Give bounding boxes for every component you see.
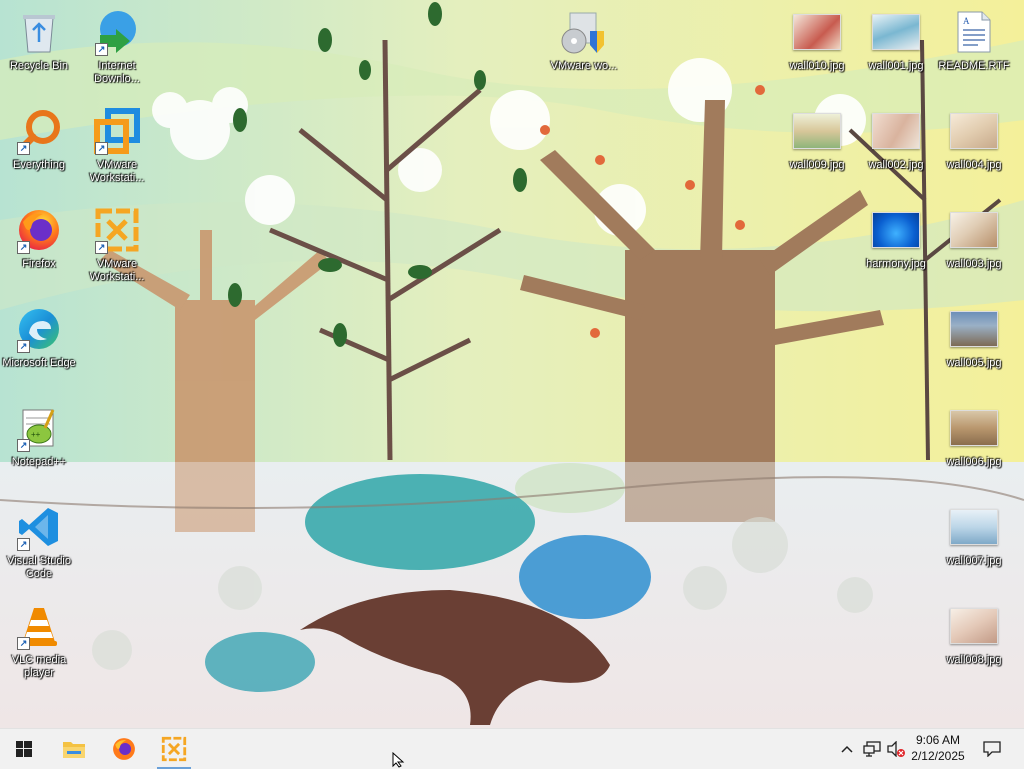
start-button[interactable] (0, 729, 48, 769)
image-file-icon (793, 14, 841, 50)
taskbar-vmware-workstation[interactable] (151, 729, 197, 769)
desktop-icon-vlc[interactable]: ↗ VLC media player (1, 600, 77, 680)
desktop-icon-label: wall003.jpg (946, 258, 1002, 270)
shortcut-arrow-icon: ↗ (17, 142, 30, 155)
action-center-icon (983, 741, 1001, 757)
desktop-file-wall003[interactable]: wall003.jpg (936, 204, 1012, 271)
desktop-file-wall004[interactable]: wall004.jpg (936, 105, 1012, 172)
desktop-icon-label: VMware Workstati... (89, 159, 145, 184)
image-file-icon (950, 608, 998, 644)
image-file-icon (793, 113, 841, 149)
image-file-icon (950, 311, 998, 347)
desktop-icon-label: wall005.jpg (946, 357, 1002, 369)
image-file-icon (872, 212, 920, 248)
svg-text:A: A (963, 16, 970, 26)
image-file-icon (950, 509, 998, 545)
desktop-icon-label: wall008.jpg (946, 654, 1002, 666)
desktop-icon-label: Recycle Bin (9, 60, 69, 72)
desktop-icon-everything[interactable]: ↗ Everything (1, 105, 77, 172)
svg-text:++: ++ (31, 430, 41, 439)
desktop-icon-label: wall009.jpg (789, 159, 845, 171)
desktop-file-wall002[interactable]: wall002.jpg (858, 105, 934, 172)
desktop-icon-label: Notepad++ (11, 456, 67, 468)
clock-time: 9:06 AM (915, 733, 961, 747)
desktop-icon-label: Everything (13, 159, 65, 171)
desktop-icon-label: wall006.jpg (946, 456, 1002, 468)
desktop-icon-label: wall004.jpg (946, 159, 1002, 171)
desktop-icon-label: wall001.jpg (868, 60, 924, 72)
desktop-icon-internet-download-manager[interactable]: ↗ Internet Downlo... (79, 6, 155, 86)
clock[interactable]: 9:06 AM 2/12/2025 (905, 732, 971, 764)
desktop-icon-recycle-bin[interactable]: Recycle Bin (1, 6, 77, 73)
desktop-icon-label: Visual Studio Code (6, 555, 71, 580)
desktop-file-wall010[interactable]: wall010.jpg (779, 6, 855, 73)
desktop-icon-notepad-plus-plus[interactable]: ++ ↗ Notepad++ (1, 402, 77, 469)
taskbar-file-explorer[interactable] (51, 729, 97, 769)
desktop-icon-firefox[interactable]: ↗ Firefox (1, 204, 77, 271)
shortcut-arrow-icon: ↗ (17, 439, 30, 452)
network-icon (863, 741, 881, 757)
desktop-icon-label: harmony.jpg (866, 258, 926, 270)
desktop-icon-label: Firefox (22, 258, 56, 270)
image-file-icon (872, 14, 920, 50)
taskbar-firefox[interactable] (101, 729, 147, 769)
desktop-icon-label: wall007.jpg (946, 555, 1002, 567)
chevron-up-icon (841, 745, 853, 753)
show-hidden-icons-button[interactable] (836, 729, 858, 769)
desktop-icon-label: VMware wo... (550, 60, 618, 72)
desktop-file-wall008[interactable]: wall008.jpg (936, 600, 1012, 667)
desktop-icon-label: VLC media player (11, 654, 67, 679)
shortcut-arrow-icon: ↗ (95, 43, 108, 56)
desktop-file-wall009[interactable]: wall009.jpg (779, 105, 855, 172)
desktop-file-wall007[interactable]: wall007.jpg (936, 501, 1012, 568)
desktop-icon-label: README.RTF (938, 60, 1010, 72)
recycle-bin-icon (23, 15, 55, 53)
desktop-icon-label: VMware Workstati... (89, 258, 145, 283)
desktop-icon-vmware-workstation-player[interactable]: ↗ VMware Workstati... (79, 204, 155, 284)
clock-date: 2/12/2025 (911, 749, 965, 763)
shortcut-arrow-icon: ↗ (17, 340, 30, 353)
rtf-document-icon: A (957, 11, 991, 53)
vmware-installer-icon (561, 12, 604, 54)
vmware-workstation-icon (161, 736, 187, 762)
desktop-icon-vmware-installer[interactable]: VMware wo... (546, 6, 622, 73)
desktop-icon-label: wall010.jpg (789, 60, 845, 72)
desktop-icon-vmware-workstation[interactable]: ↗ VMware Workstati... (79, 105, 155, 185)
desktop-icon-label: wall002.jpg (868, 159, 924, 171)
volume-muted-icon (887, 741, 905, 757)
desktop-file-wall005[interactable]: wall005.jpg (936, 303, 1012, 370)
desktop-icon-visual-studio-code[interactable]: ↗ Visual Studio Code (1, 501, 77, 581)
desktop-file-wall001[interactable]: wall001.jpg (858, 6, 934, 73)
image-file-icon (950, 410, 998, 446)
shortcut-arrow-icon: ↗ (17, 241, 30, 254)
desktop-file-readme-rtf[interactable]: A README.RTF (936, 6, 1012, 73)
desktop-icon-label: Microsoft Edge (2, 357, 76, 369)
desktop-file-wall006[interactable]: wall006.jpg (936, 402, 1012, 469)
start-windows-icon (16, 741, 32, 757)
image-file-icon (950, 113, 998, 149)
network-tray-button[interactable] (860, 729, 884, 769)
shortcut-arrow-icon: ↗ (17, 637, 30, 650)
desktop-icon-microsoft-edge[interactable]: ↗ Microsoft Edge (1, 303, 77, 370)
taskbar: 9:06 AM 2/12/2025 (0, 728, 1024, 769)
file-explorer-icon (63, 742, 85, 758)
image-file-icon (872, 113, 920, 149)
image-file-icon (950, 212, 998, 248)
shortcut-arrow-icon: ↗ (17, 538, 30, 551)
action-center-button[interactable] (976, 729, 1008, 769)
mouse-cursor-icon (392, 752, 405, 768)
desktop-icon-label: Internet Downlo... (94, 60, 140, 85)
shortcut-arrow-icon: ↗ (95, 142, 108, 155)
shortcut-arrow-icon: ↗ (95, 241, 108, 254)
firefox-icon (113, 738, 135, 760)
desktop-file-harmony[interactable]: harmony.jpg (858, 204, 934, 271)
